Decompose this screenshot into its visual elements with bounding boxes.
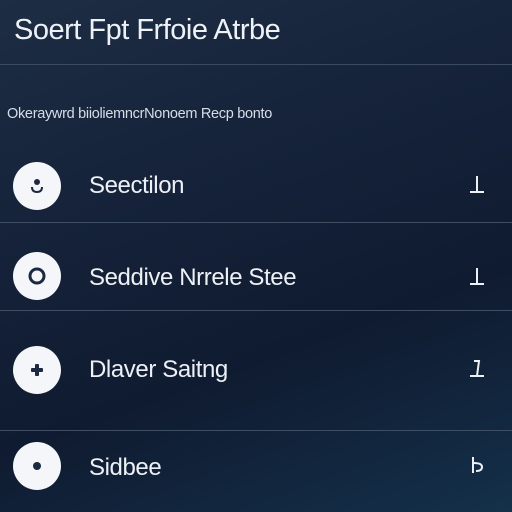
dot-icon [13, 442, 61, 490]
page-title: Soert Fpt Frfoie Atrbe [14, 14, 281, 46]
list-item-label: Seddive Nrrele Stee [89, 264, 297, 291]
pin-icon[interactable] [468, 358, 486, 380]
list-item-sidbee[interactable]: Sidbee [0, 434, 512, 512]
list-item-label: Sidbee [89, 454, 162, 481]
head-icon [13, 162, 61, 210]
list-item-seddive-nrrele-stee[interactable]: Seddive Nrrele Stee [0, 226, 512, 318]
row-divider [0, 310, 512, 311]
page-subtitle: Okeraywrd biioliemncrNonoem Recp bonto [7, 106, 273, 122]
list-item-seectilon[interactable]: Seectilon [0, 138, 512, 230]
row-divider [0, 430, 512, 431]
pin-icon[interactable] [468, 266, 486, 288]
header: Soert Fpt Frfoie Atrbe [0, 0, 512, 65]
ring-icon [13, 252, 61, 300]
pin-icon[interactable] [468, 174, 486, 196]
list-item-label: Dlaver Saitng [89, 356, 228, 383]
plus-icon [13, 346, 61, 394]
row-divider [0, 222, 512, 223]
list-item-dlaver-saitng[interactable]: Dlaver Saitng [0, 316, 512, 408]
list-item-label: Seectilon [89, 172, 185, 199]
hook-icon[interactable] [468, 454, 486, 476]
